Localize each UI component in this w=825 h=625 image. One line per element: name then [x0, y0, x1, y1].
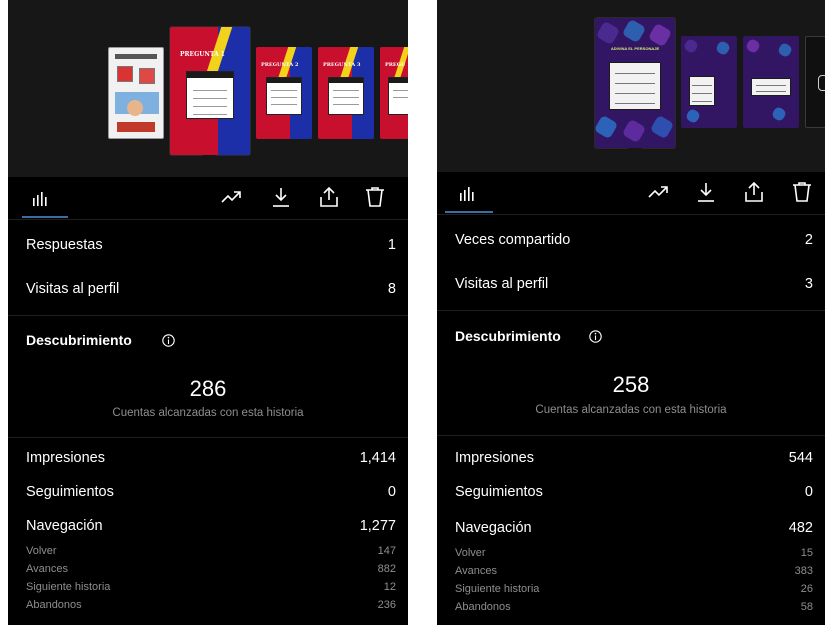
stat-label: Volver	[26, 545, 57, 557]
story-thumbnail[interactable]	[681, 36, 737, 128]
accounts-reached-count: 286	[189, 376, 227, 401]
stat-value: 8	[387, 281, 396, 297]
divider	[8, 437, 408, 438]
stat-label: Avances	[26, 563, 68, 575]
stat-label: Seguimientos	[455, 484, 543, 500]
discovery-title: Descubrimiento	[26, 332, 132, 348]
accounts-reached-caption: Cuentas alcanzadas con esta historia	[535, 404, 727, 416]
stat-label: Seguimientos	[26, 484, 114, 500]
stat-value: 236	[377, 599, 396, 611]
story-thumbnail-strip[interactable]: PREGUNTA 1 PREGUNTA 2 PREGUNTA 3 PREGU	[8, 0, 408, 177]
insights-tab-bar	[437, 173, 825, 213]
stat-label: Veces compartido	[455, 232, 571, 248]
stat-label: Siguiente historia	[26, 581, 111, 593]
stat-label: Abandonos	[26, 599, 82, 611]
story-thumbnail-selected[interactable]: PREGUNTA 1	[170, 27, 250, 155]
divider	[437, 435, 825, 436]
stat-value: 3	[804, 276, 813, 292]
stat-value: 0	[804, 484, 813, 500]
stat-value: 0	[387, 484, 396, 500]
selected-story-caret	[202, 155, 216, 162]
stat-value: 882	[377, 563, 396, 575]
stat-value: 147	[377, 545, 396, 557]
stat-label: Abandonos	[455, 601, 511, 613]
insights-panel-left: PREGUNTA 1 PREGUNTA 2 PREGUNTA 3 PREGU R…	[8, 0, 408, 625]
info-icon[interactable]	[589, 330, 602, 343]
stat-value: 26	[800, 583, 813, 595]
stat-value: 15	[800, 547, 813, 559]
download-icon[interactable]	[695, 181, 717, 203]
bar-chart-icon[interactable]	[459, 187, 475, 201]
accounts-reached-caption: Cuentas alcanzadas con esta historia	[112, 407, 304, 419]
insights-panel-right: ADIVINA EL PERSONAJE Veces compartido 2 …	[437, 0, 825, 625]
story-thumbnail-label: PREGU	[385, 62, 406, 68]
stat-label: Avances	[455, 565, 497, 577]
stat-label: Siguiente historia	[455, 583, 540, 595]
stat-label: Navegación	[455, 520, 532, 536]
story-thumbnail[interactable]	[805, 36, 825, 128]
story-thumbnail[interactable]	[108, 47, 164, 139]
trending-up-icon[interactable]	[220, 186, 242, 208]
stat-value: 1	[387, 237, 396, 253]
trash-icon[interactable]	[364, 186, 386, 208]
download-icon[interactable]	[270, 186, 292, 208]
trash-icon[interactable]	[791, 181, 813, 203]
divider	[437, 310, 825, 311]
divider	[8, 315, 408, 316]
story-thumbnail-strip[interactable]: ADIVINA EL PERSONAJE	[437, 0, 825, 172]
story-thumbnail[interactable]	[743, 36, 799, 128]
stat-label: Visitas al perfil	[455, 276, 549, 292]
share-icon[interactable]	[743, 181, 765, 203]
stat-value: 1,414	[359, 450, 396, 466]
stat-label: Impresiones	[455, 450, 534, 466]
stat-value: 1,277	[359, 518, 396, 534]
stat-value: 58	[800, 601, 813, 613]
active-tab-indicator	[445, 211, 493, 213]
stat-label: Visitas al perfil	[26, 281, 120, 297]
story-thumbnail[interactable]: PREGUNTA 2	[256, 47, 312, 139]
bar-chart-icon[interactable]	[32, 192, 48, 206]
trending-up-icon[interactable]	[647, 181, 669, 203]
share-icon[interactable]	[318, 186, 340, 208]
story-thumbnail[interactable]: PREGUNTA 3	[318, 47, 374, 139]
stat-label: Impresiones	[26, 450, 105, 466]
stat-value: 12	[383, 581, 396, 593]
accounts-reached-count: 258	[612, 372, 650, 397]
stat-value: 482	[788, 520, 813, 536]
stat-value: 2	[804, 232, 813, 248]
insights-tab-bar	[8, 178, 408, 218]
story-thumbnail-label: PREGUNTA 1	[180, 51, 225, 58]
story-thumbnail-label: PREGUNTA 2	[261, 62, 299, 68]
active-tab-indicator	[22, 216, 68, 218]
story-thumbnail-label: PREGUNTA 3	[323, 62, 361, 68]
divider	[437, 214, 825, 215]
story-thumbnail-selected[interactable]: ADIVINA EL PERSONAJE	[595, 18, 675, 148]
selected-story-caret	[628, 148, 642, 155]
divider	[8, 219, 408, 220]
stat-value: 544	[788, 450, 813, 466]
info-icon[interactable]	[162, 334, 175, 347]
stat-label: Navegación	[26, 518, 103, 534]
stat-label: Respuestas	[26, 237, 103, 253]
stat-value: 383	[794, 565, 813, 577]
stat-label: Volver	[455, 547, 486, 559]
discovery-title: Descubrimiento	[455, 328, 561, 344]
story-thumbnail[interactable]: PREGU	[380, 47, 408, 139]
